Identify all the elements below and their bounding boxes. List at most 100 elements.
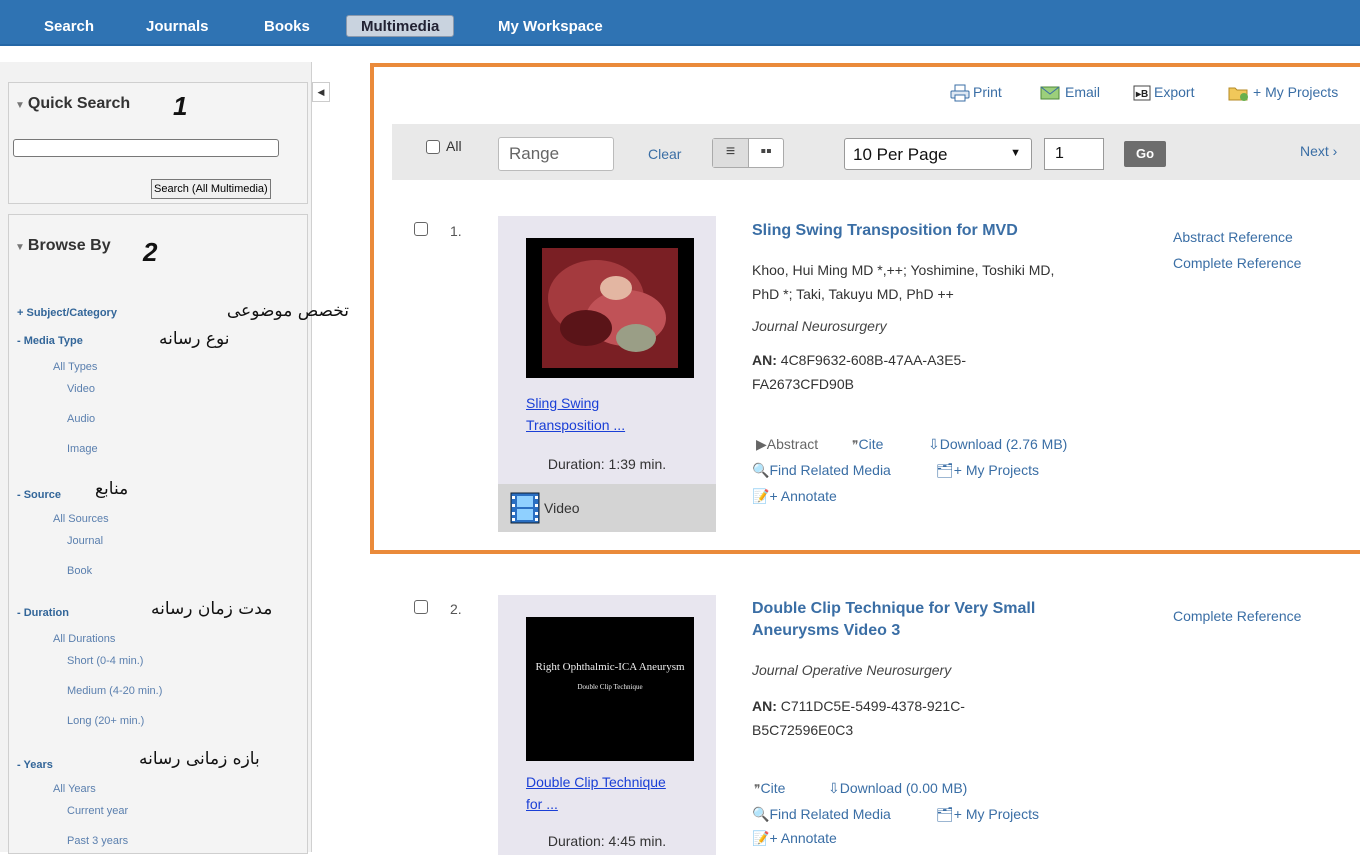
nav-multimedia[interactable]: Multimedia <box>346 15 455 37</box>
top-navigation: Search Journals Books Multimedia My Work… <box>0 0 1360 46</box>
result-2-thumbnail-card: Right Ophthalmic-ICA Aneurysm Double Cli… <box>498 595 716 855</box>
quick-search-header[interactable]: ▼ Quick Search <box>15 95 130 113</box>
result-1-download-label: Download (2.76 MB) <box>939 436 1068 452</box>
result-2-cite-label: Cite <box>760 780 786 796</box>
result-2-download-label: Download (0.00 MB) <box>839 780 968 796</box>
collapse-sidebar-arrow-icon[interactable]: ◀ <box>312 82 330 102</box>
browse-item-image[interactable]: Image <box>67 443 98 455</box>
view-toggle: ≡ ▪▪ <box>712 138 784 168</box>
result-2-title[interactable]: Double Clip Technique for Very Small Ane… <box>752 598 1112 642</box>
nav-books[interactable]: Books <box>264 16 310 38</box>
result-1-link-line-1: Sling Swing <box>526 395 600 411</box>
result-1-annotate-label: + Annotate <box>769 488 837 504</box>
result-1-cite-label: Cite <box>858 436 884 452</box>
quick-search-panel: ▼ Quick Search 1 Search (All Multimedia) <box>8 82 308 204</box>
quick-search-title: Quick Search <box>27 95 131 112</box>
nav-my-workspace[interactable]: My Workspace <box>498 16 603 38</box>
browse-source[interactable]: - Source <box>17 489 61 501</box>
browse-subject-category[interactable]: + Subject/Category <box>17 307 117 319</box>
page-number-input[interactable]: 1 <box>1044 138 1104 170</box>
next-page-link[interactable]: Next › <box>1300 143 1337 159</box>
browse-duration[interactable]: - Duration <box>17 607 69 619</box>
annotation-number-2: 2 <box>143 237 158 267</box>
film-icon <box>510 492 540 524</box>
result-1-title[interactable]: Sling Swing Transposition for MVD <box>752 220 1112 242</box>
result-2-title-line-1: Double Clip Technique for Very Small <box>752 600 1036 617</box>
list-view-icon[interactable]: ≡ <box>713 139 749 167</box>
annotation-duration-fa: مدت زمان رسانه <box>151 599 273 619</box>
chevron-down-icon: ▼ <box>1010 147 1021 159</box>
sidebar: ▼ Quick Search 1 Search (All Multimedia) … <box>0 62 349 854</box>
result-1-authors-line-1: Khoo, Hui Ming MD *,++; Yoshimine, Toshi… <box>752 262 1055 278</box>
result-1-annotate-link[interactable]: 📝+ Annotate <box>752 488 837 505</box>
browse-item-short[interactable]: Short (0-4 min.) <box>67 655 143 667</box>
folder-add-icon: 🗂 <box>936 462 954 478</box>
per-page-select[interactable]: 10 Per Page ▼ <box>844 138 1032 170</box>
result-1-title-link[interactable]: Sling Swing Transposition ... <box>526 392 625 436</box>
browse-item-all-durations[interactable]: All Durations <box>53 633 115 645</box>
result-1-journal: Journal Neurosurgery <box>752 318 887 334</box>
result-1-an-value-1: 4C8F9632-608B-47AA-A3E5- <box>780 352 967 368</box>
search-all-multimedia-button[interactable]: Search (All Multimedia) <box>151 179 271 199</box>
nav-search[interactable]: Search <box>44 16 94 38</box>
browse-item-journal[interactable]: Journal <box>67 535 103 547</box>
result-2-video-thumbnail[interactable]: Right Ophthalmic-ICA Aneurysm Double Cli… <box>526 617 694 761</box>
quick-search-input[interactable] <box>13 139 279 157</box>
note-add-icon: 📝 <box>752 488 770 504</box>
per-page-value: 10 Per Page <box>853 145 948 164</box>
result-1-link-line-2: Transposition ... <box>526 417 626 433</box>
result-1-abstract-reference-link[interactable]: Abstract Reference <box>1173 229 1293 245</box>
download-icon: ⇩ <box>828 780 840 796</box>
annotation-number-1: 1 <box>173 91 188 121</box>
range-input[interactable]: Range <box>498 137 614 171</box>
browse-by-panel: ▼ Browse By 2 + Subject/Category تخصص موض… <box>8 214 349 854</box>
clear-link[interactable]: Clear <box>648 146 681 162</box>
result-2-cite-link[interactable]: ❞Cite <box>754 780 785 796</box>
browse-item-past-3-years[interactable]: Past 3 years <box>67 835 128 847</box>
browse-item-medium[interactable]: Medium (4-20 min.) <box>67 685 162 697</box>
annotation-subject-fa: تخصص موضوعی <box>226 301 349 321</box>
results-toolbar: All Range Clear ≡ ▪▪ 10 Per Page ▼ 1 Go N… <box>392 124 1360 180</box>
result-2-my-projects-link[interactable]: 🗂+ My Projects <box>936 806 1039 823</box>
result-2-annotate-link[interactable]: 📝+ Annotate <box>752 830 837 847</box>
result-1-checkbox[interactable] <box>414 222 428 236</box>
nav-journals[interactable]: Journals <box>146 16 209 38</box>
browse-item-audio[interactable]: Audio <box>67 413 95 425</box>
result-2-find-related-link[interactable]: 🔍Find Related Media <box>752 806 891 823</box>
annotation-source-fa: منابع <box>95 479 129 499</box>
browse-item-current-year[interactable]: Current year <box>67 805 128 817</box>
thumb-overlay-line-1: Right Ophthalmic-ICA Aneurysm <box>535 661 685 673</box>
browse-media-type[interactable]: - Media Type <box>17 335 83 347</box>
go-button[interactable]: Go <box>1124 141 1166 167</box>
browse-by-header[interactable]: ▼ Browse By <box>15 237 111 255</box>
result-2-checkbox[interactable] <box>414 600 428 614</box>
result-1-abstract-toggle[interactable]: ▶Abstract <box>756 436 818 453</box>
result-2-title-link[interactable]: Double Clip Technique for ... <box>526 771 666 815</box>
browse-item-long[interactable]: Long (20+ min.) <box>67 715 144 727</box>
result-1-find-related-link[interactable]: 🔍Find Related Media <box>752 462 891 479</box>
result-2-download-link[interactable]: ⇩Download (0.00 MB) <box>828 780 967 797</box>
browse-item-book[interactable]: Book <box>67 565 92 577</box>
browse-item-video[interactable]: Video <box>67 383 95 395</box>
result-1-complete-reference-link[interactable]: Complete Reference <box>1173 255 1301 271</box>
result-2-complete-reference-link[interactable]: Complete Reference <box>1173 608 1301 624</box>
result-1-thumbnail-card: Sling Swing Transposition ... Duration: … <box>498 216 716 532</box>
browse-item-all-sources[interactable]: All Sources <box>53 513 109 525</box>
result-1-video-thumbnail[interactable] <box>526 238 694 378</box>
browse-years[interactable]: - Years <box>17 759 53 771</box>
result-1-my-projects-link[interactable]: 🗂+ My Projects <box>936 462 1039 479</box>
result-1-my-projects-label: + My Projects <box>953 462 1039 478</box>
grid-view-icon[interactable]: ▪▪ <box>749 139 783 167</box>
result-1-cite-link[interactable]: ❞Cite <box>852 436 883 452</box>
download-icon: ⇩ <box>928 436 940 452</box>
browse-item-all-years[interactable]: All Years <box>53 783 96 795</box>
result-2-an-value-2: B5C72596E0C3 <box>752 722 854 738</box>
result-2-journal: Journal Operative Neurosurgery <box>752 662 952 678</box>
result-1-download-link[interactable]: ⇩Download (2.76 MB) <box>928 436 1067 453</box>
result-2-my-projects-label: + My Projects <box>953 806 1039 822</box>
result-1-media-type-bar: Video <box>498 484 716 532</box>
result-2-link-line-2: for ... <box>526 796 558 812</box>
result-2-number: 2. <box>450 601 462 617</box>
select-all-checkbox[interactable] <box>426 140 440 154</box>
browse-item-all-types[interactable]: All Types <box>53 361 97 373</box>
